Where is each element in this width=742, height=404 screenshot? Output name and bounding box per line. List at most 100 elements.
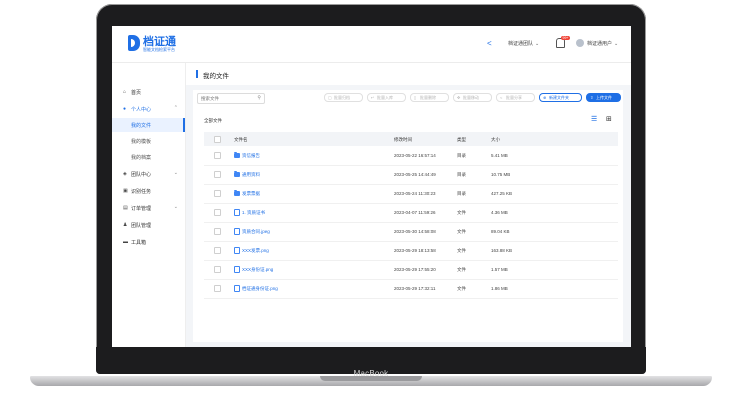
file-icon — [234, 247, 240, 254]
user-menu[interactable]: 档证通用户 ⌄ — [587, 40, 618, 47]
row-checkbox[interactable] — [214, 228, 221, 235]
file-name-link[interactable]: 资质合同.jpeg — [242, 229, 270, 234]
button-label: 批量分享 — [506, 95, 522, 100]
toolbox-icon: ▬ — [123, 239, 128, 245]
folder-plus-icon: ⊕ — [543, 95, 547, 100]
file-name-link[interactable]: 1. 资质证书 — [242, 210, 265, 215]
chevron-down-icon: ⌄ — [535, 41, 540, 47]
table-row[interactable]: XXX身份证.png 2023-05-29 17:55:20 文件 1.57 M… — [204, 260, 618, 280]
file-icon — [234, 266, 240, 273]
team-label: 档证通团队 — [508, 41, 534, 47]
modified-time: 2023-05-29 18:13:58 — [394, 248, 436, 253]
file-icon — [234, 209, 240, 216]
row-checkbox[interactable] — [214, 209, 221, 216]
archive-icon: ▢ — [328, 95, 332, 100]
column-header-name[interactable]: 文件名 — [234, 137, 248, 143]
button-label: 上传文件 — [596, 95, 612, 100]
column-header-type[interactable]: 类型 — [457, 137, 466, 143]
upload-icon: ⇧ — [590, 95, 594, 100]
button-label: 批量删除 — [420, 95, 436, 100]
sidebar-item-label: 订单管理 — [131, 206, 152, 212]
batch-import-button[interactable]: ↵ 批量入库 — [367, 93, 406, 102]
grid-view-icon[interactable]: ⊞ — [606, 115, 612, 123]
file-name-cell: 资质合同.jpeg — [234, 228, 270, 235]
move-icon: ✥ — [457, 95, 461, 100]
page-header: 我的文件 — [186, 63, 631, 85]
table-row[interactable]: 资质合同.jpeg 2023-05-30 14:58:08 文件 89.04 K… — [204, 222, 618, 242]
upload-button[interactable]: ⇧ 上传文件 — [586, 93, 621, 102]
search-icon[interactable]: ⚲ — [257, 95, 261, 101]
file-name-link[interactable]: 资信报告 — [242, 153, 260, 158]
file-name-link[interactable]: 档证通身份证.png — [242, 286, 278, 291]
file-type: 目录 — [457, 172, 466, 177]
column-header-time[interactable]: 修改时间 — [394, 137, 412, 143]
row-checkbox[interactable] — [214, 190, 221, 197]
row-checkbox[interactable] — [214, 266, 221, 273]
file-size: 427.25 KB — [491, 191, 513, 196]
table-row[interactable]: 通用资料 2023-05-25 14:44:49 目录 10.75 MB — [204, 165, 618, 185]
table-row[interactable]: 发票票据 2023-05-24 11:30:23 目录 427.25 KB — [204, 184, 618, 204]
file-name-cell: 发票票据 — [234, 190, 260, 197]
user-icon: ● — [123, 106, 127, 112]
file-type: 文件 — [457, 248, 466, 253]
row-checkbox[interactable] — [214, 171, 221, 178]
sidebar-item-my-templates[interactable]: 我的模板 — [112, 134, 185, 148]
modified-time: 2023-05-30 14:58:08 — [394, 229, 436, 234]
select-all-checkbox[interactable] — [214, 136, 221, 143]
sidebar-item-my-archives[interactable]: 我的档案 — [112, 150, 185, 164]
breadcrumb[interactable]: 全部文件 — [204, 118, 222, 124]
share-icon[interactable]: < — [487, 39, 492, 48]
file-size: 4.36 MB — [491, 210, 508, 215]
button-label: 新建文件夹 — [549, 95, 569, 100]
file-size: 10.75 MB — [491, 172, 511, 177]
batch-delete-button[interactable]: ▯ 批量删除 — [410, 93, 449, 102]
row-checkbox[interactable] — [214, 247, 221, 254]
search-box[interactable]: ⚲ — [197, 93, 265, 104]
file-icon — [234, 228, 240, 235]
folder-icon — [234, 190, 240, 196]
avatar[interactable] — [576, 39, 584, 47]
sidebar-item-team-center[interactable]: ◈ 团队中心 ⌄ — [112, 167, 185, 181]
file-type: 文件 — [457, 210, 466, 215]
table-row[interactable]: XXX发票.png 2023-05-29 18:13:58 文件 163.88 … — [204, 241, 618, 261]
laptop-notch — [320, 376, 422, 381]
file-icon — [234, 285, 240, 292]
group-icon: ♟ — [123, 222, 128, 228]
sidebar-item-label: 我的档案 — [131, 155, 152, 161]
file-name-link[interactable]: XXX发票.png — [242, 248, 269, 253]
sidebar-item-home[interactable]: ⌂ 首页 — [112, 85, 185, 99]
file-size: 163.88 KB — [491, 248, 513, 253]
file-name-link[interactable]: 通用资料 — [242, 172, 260, 177]
sidebar-item-my-files[interactable]: 我的文件 — [112, 118, 185, 132]
sidebar-item-team-management[interactable]: ♟ 团队管理 — [112, 218, 185, 232]
new-folder-button[interactable]: ⊕ 新建文件夹 — [539, 93, 582, 102]
table-row[interactable]: 资信报告 2023-05-22 16:57:14 目录 5.41 MB — [204, 146, 618, 166]
modified-time: 2023-05-29 17:32:11 — [394, 286, 436, 291]
modified-time: 2023-05-24 11:30:23 — [394, 191, 436, 196]
batch-archive-button[interactable]: ▢ 批量归档 — [324, 93, 363, 102]
search-input[interactable] — [201, 95, 251, 101]
batch-move-button[interactable]: ✥ 批量移动 — [453, 93, 492, 102]
file-size: 1.86 MB — [491, 286, 508, 291]
sidebar-item-personal-center[interactable]: ● 个人中心 ⌃ — [112, 102, 185, 116]
modified-time: 2023-05-22 16:57:14 — [394, 153, 436, 158]
file-type: 文件 — [457, 286, 466, 291]
modified-time: 2023-05-25 14:44:49 — [394, 172, 436, 177]
list-view-icon[interactable]: ☰ — [591, 115, 597, 123]
table-row[interactable]: 档证通身份证.png 2023-05-29 17:32:11 文件 1.86 M… — [204, 279, 618, 299]
file-type: 目录 — [457, 153, 466, 158]
team-switcher[interactable]: 档证通团队 ⌄ — [508, 40, 539, 47]
button-label: 批量归档 — [334, 95, 350, 100]
row-checkbox[interactable] — [214, 152, 221, 159]
table-row[interactable]: 1. 资质证书 2023-04-07 11:59:26 文件 4.36 MB — [204, 203, 618, 223]
sidebar-item-orders[interactable]: ▤ 订单管理 ⌄ — [112, 201, 185, 215]
column-header-size[interactable]: 大小 — [491, 137, 500, 143]
sidebar-item-toolbox[interactable]: ▬ 工具箱 — [112, 235, 185, 249]
button-label: 批量移动 — [463, 95, 479, 100]
file-name-link[interactable]: XXX身份证.png — [242, 267, 273, 272]
file-name-link[interactable]: 发票票据 — [242, 191, 260, 196]
batch-share-button[interactable]: < 批量分享 — [496, 93, 535, 102]
top-bar: 档证通 智能文档检索平台 < 档证通团队 ⌄ 99+ 档证通用户 ⌄ — [112, 26, 631, 63]
row-checkbox[interactable] — [214, 285, 221, 292]
sidebar-item-recognition-tasks[interactable]: ▣ 识别任务 — [112, 184, 185, 198]
